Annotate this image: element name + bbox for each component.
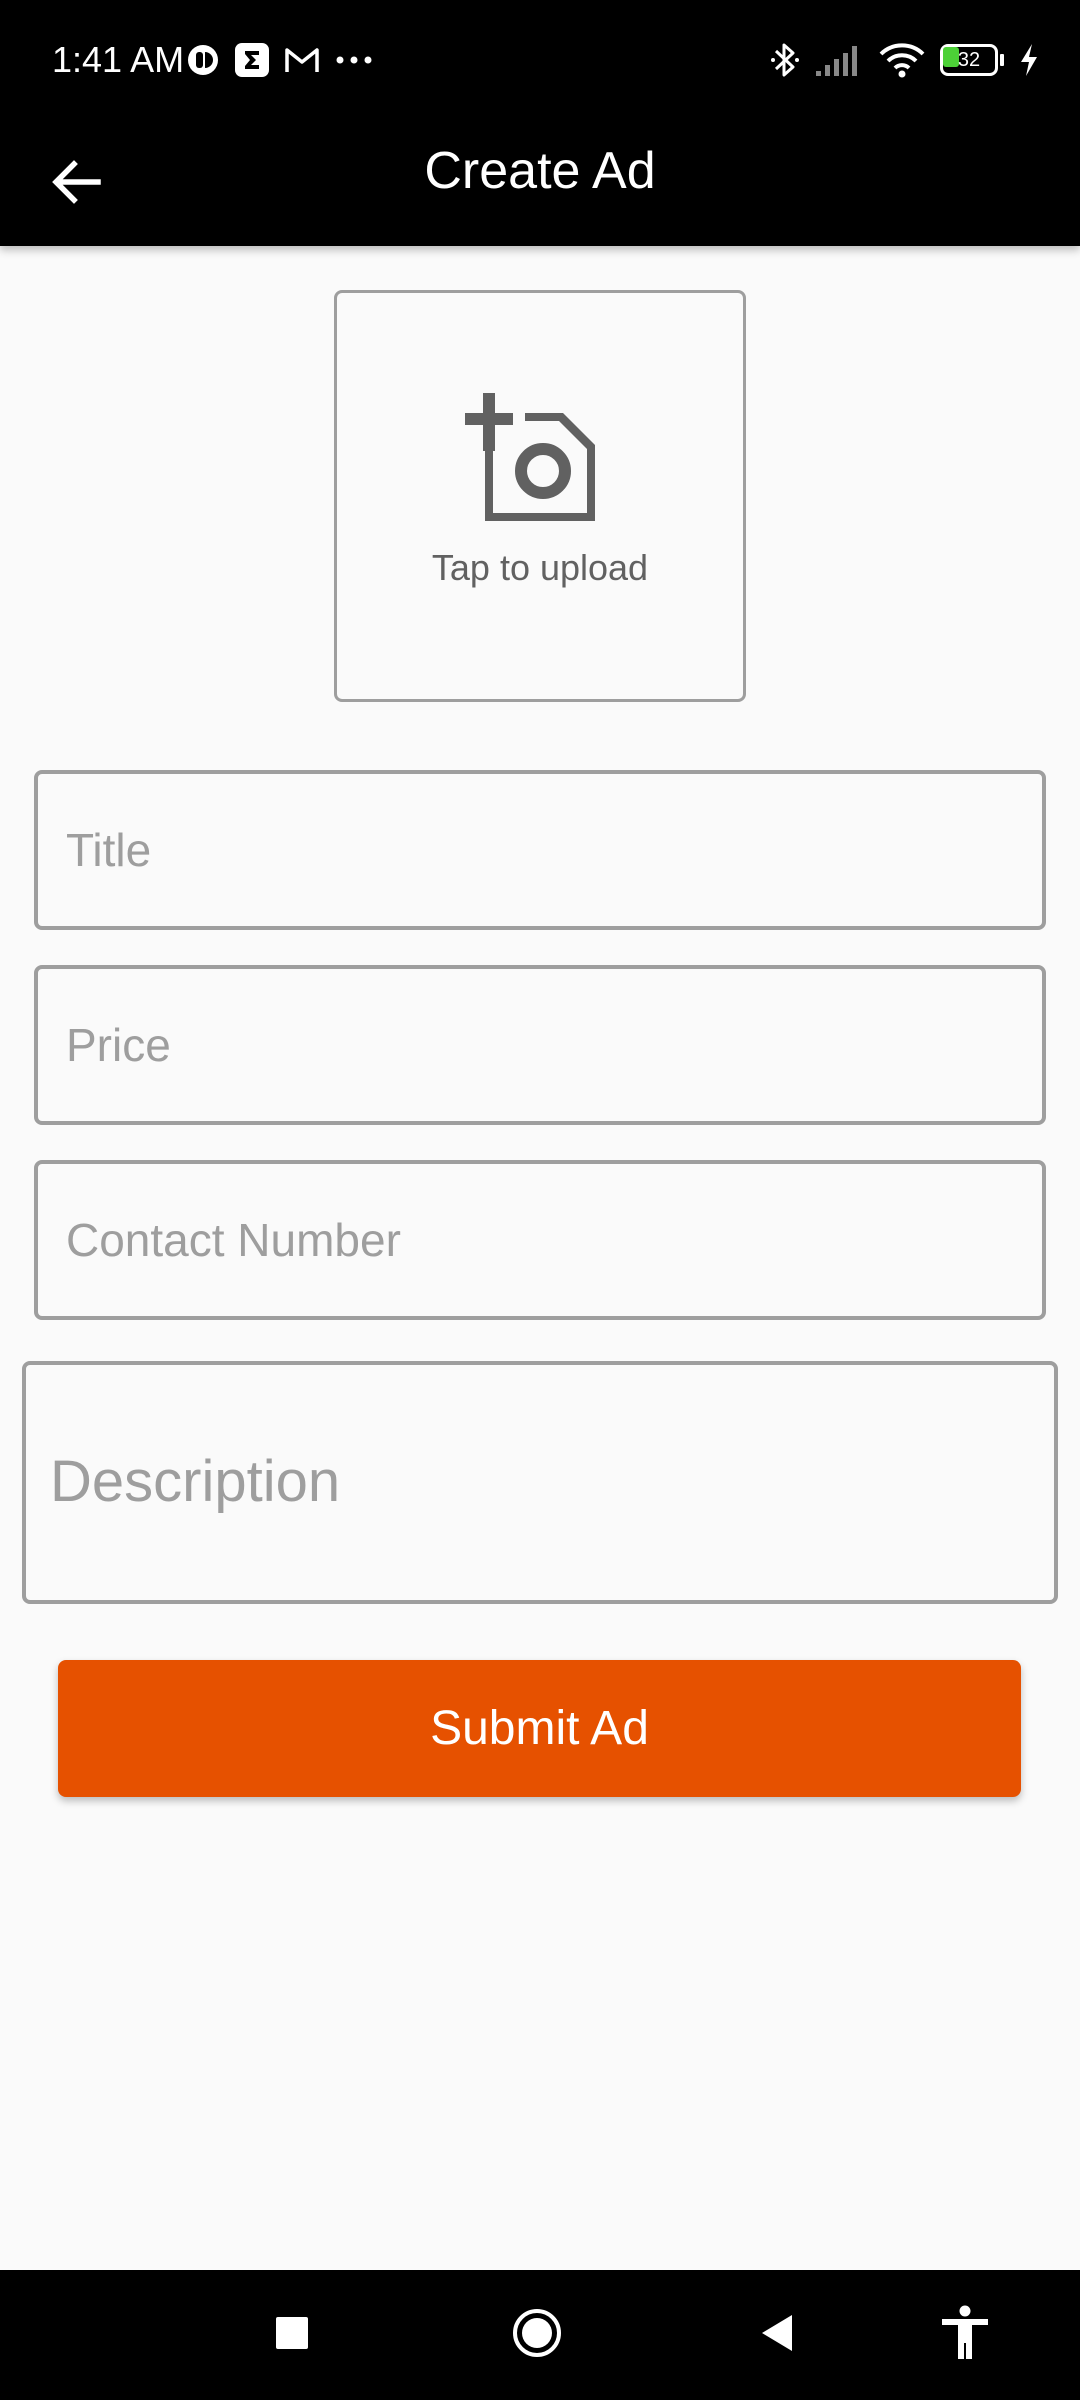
price-field[interactable] bbox=[34, 965, 1046, 1125]
signal-icon bbox=[814, 42, 864, 78]
description-input[interactable] bbox=[26, 1365, 1054, 1600]
accessibility-button[interactable] bbox=[910, 2270, 1020, 2400]
contact-number-field[interactable] bbox=[34, 1160, 1046, 1320]
bluetooth-icon bbox=[770, 40, 800, 80]
status-time: 1:41 AM bbox=[52, 39, 185, 80]
page-title: Create Ad bbox=[424, 142, 656, 200]
system-back-button[interactable] bbox=[722, 2270, 832, 2400]
recents-icon bbox=[275, 2316, 309, 2355]
title-input[interactable] bbox=[38, 774, 1042, 926]
wifi-icon bbox=[878, 41, 926, 79]
back-button[interactable] bbox=[36, 144, 116, 224]
price-input[interactable] bbox=[38, 969, 1042, 1121]
notification-icons bbox=[186, 40, 374, 80]
contact-number-input[interactable] bbox=[38, 1164, 1042, 1316]
description-field[interactable] bbox=[22, 1361, 1058, 1604]
title-field[interactable] bbox=[34, 770, 1046, 930]
upload-label: Tap to upload bbox=[431, 547, 649, 588]
home-icon bbox=[512, 2308, 562, 2363]
gmail-icon bbox=[284, 45, 320, 75]
more-notifications-icon bbox=[334, 54, 374, 66]
home-button[interactable] bbox=[482, 2270, 592, 2400]
back-icon bbox=[760, 2313, 794, 2358]
app-bar: Create Ad bbox=[0, 120, 1080, 246]
arrow-back-icon bbox=[50, 159, 102, 210]
battery-icon: 32 bbox=[940, 44, 1004, 76]
status-bar: 1:41 AM 32 bbox=[0, 0, 1080, 120]
system-icons: 32 bbox=[770, 36, 1040, 84]
battery-level: 32 bbox=[957, 49, 981, 71]
image-upload-button[interactable]: Tap to upload bbox=[334, 290, 746, 702]
app-notification-icon bbox=[186, 43, 220, 77]
submit-ad-button[interactable]: Submit Ad bbox=[58, 1660, 1021, 1797]
charging-icon bbox=[1018, 42, 1040, 78]
accessibility-icon bbox=[939, 2305, 991, 2366]
navigation-bar bbox=[0, 2270, 1080, 2400]
recents-button[interactable] bbox=[237, 2270, 347, 2400]
sigma-app-icon bbox=[234, 42, 270, 78]
add-photo-icon bbox=[465, 393, 615, 533]
